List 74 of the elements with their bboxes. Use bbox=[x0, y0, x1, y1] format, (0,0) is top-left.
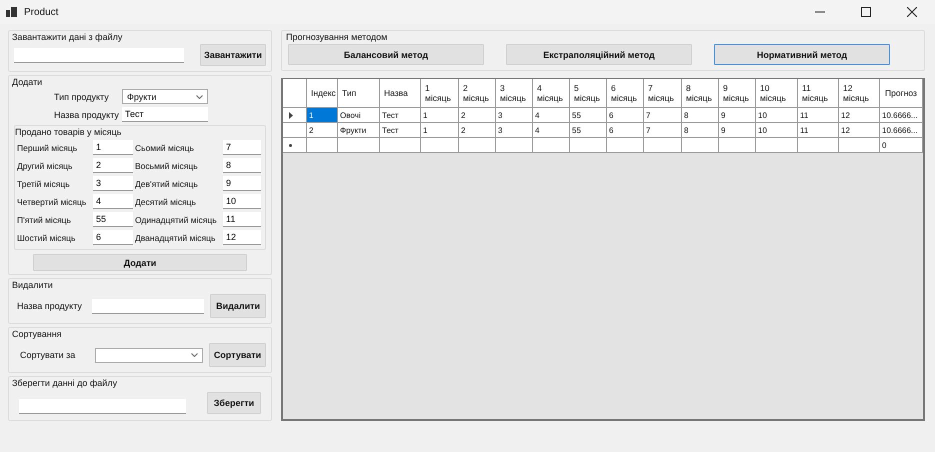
table-cell[interactable] bbox=[459, 138, 496, 153]
table-cell[interactable] bbox=[570, 138, 607, 153]
row-pointer-icon bbox=[289, 112, 293, 118]
input-field[interactable] bbox=[92, 298, 204, 314]
input-field[interactable]: 8 bbox=[223, 158, 261, 173]
input-field[interactable]: 4 bbox=[93, 194, 133, 209]
input-field[interactable] bbox=[19, 398, 186, 414]
table-cell[interactable] bbox=[839, 138, 880, 153]
save-button[interactable]: Зберегти bbox=[207, 392, 261, 414]
field-label: Тип продукту bbox=[54, 92, 110, 102]
chevron-icon bbox=[191, 353, 198, 357]
month-label: П'ятий місяць bbox=[17, 214, 72, 224]
group-title: Додати bbox=[12, 77, 42, 87]
table-cell[interactable] bbox=[719, 138, 756, 153]
input-field[interactable]: 2 bbox=[93, 158, 133, 173]
method-button[interactable]: Нормативний метод bbox=[714, 44, 890, 65]
group-title: Завантажити дані з файлу bbox=[12, 32, 122, 42]
table-cell[interactable] bbox=[798, 138, 839, 153]
input-field[interactable]: 12 bbox=[223, 230, 261, 245]
delete-button[interactable]: Видалити bbox=[210, 294, 266, 318]
load-button[interactable]: Завантажити bbox=[200, 44, 266, 66]
month-label: Четвертий місяць bbox=[17, 196, 88, 206]
month-label: Дев'ятий місяць bbox=[135, 178, 199, 188]
maximize-icon[interactable] bbox=[861, 7, 871, 17]
table-cell[interactable] bbox=[607, 138, 644, 153]
table-cell[interactable] bbox=[533, 138, 570, 153]
group-title: Продано товарів у місяць bbox=[15, 127, 122, 137]
add-button[interactable]: Додати bbox=[33, 254, 247, 271]
field-label: Назва продукту bbox=[54, 110, 118, 120]
month-label: Десятий місяць bbox=[135, 196, 197, 206]
method-button[interactable]: Екстраполяційний метод bbox=[506, 44, 692, 65]
sort-button[interactable]: Сортувати bbox=[209, 343, 266, 367]
field-label: Сортувати за bbox=[20, 350, 76, 360]
input-field[interactable]: 55 bbox=[93, 212, 133, 227]
month-label: Шостий місяць bbox=[17, 232, 76, 242]
month-label: Восьмий місяць bbox=[135, 160, 199, 170]
month-label: Перший місяць bbox=[17, 142, 78, 152]
month-label: Сьомий місяць bbox=[135, 142, 195, 152]
app-icon bbox=[6, 7, 17, 17]
dropdown[interactable] bbox=[94, 348, 203, 362]
table-cell[interactable] bbox=[307, 138, 338, 153]
group-title: Видалити bbox=[12, 280, 53, 290]
method-button[interactable]: Балансовий метод bbox=[288, 44, 484, 65]
month-label: Одинадцятий місяць bbox=[135, 214, 218, 224]
table-cell[interactable] bbox=[682, 138, 719, 153]
input-field[interactable]: 7 bbox=[223, 140, 261, 155]
dropdown[interactable]: Фрукти bbox=[122, 89, 208, 104]
input-field[interactable]: 3 bbox=[93, 176, 133, 191]
table-cell[interactable] bbox=[421, 138, 459, 153]
input-field[interactable] bbox=[14, 48, 184, 62]
input-field[interactable]: 11 bbox=[223, 212, 261, 227]
input-field[interactable]: Тест bbox=[122, 107, 208, 122]
table-cell[interactable]: 1 bbox=[307, 108, 338, 123]
table-cell[interactable]: 0 bbox=[880, 138, 923, 153]
table-cell[interactable] bbox=[380, 138, 421, 153]
table-cell[interactable] bbox=[496, 138, 533, 153]
input-field[interactable]: 6 bbox=[93, 230, 133, 245]
close-icon[interactable] bbox=[907, 7, 917, 17]
group-title: Сортування bbox=[12, 329, 62, 339]
input-field[interactable]: 10 bbox=[223, 194, 261, 209]
table-cell[interactable] bbox=[644, 138, 682, 153]
month-label: Третій місяць bbox=[17, 178, 71, 188]
group-title: Зберегти данні до файлу bbox=[12, 378, 118, 388]
table-cell[interactable] bbox=[756, 138, 798, 153]
month-label: Дванадцятий місяць bbox=[135, 232, 216, 242]
field-label: Назва продукту bbox=[17, 301, 83, 311]
month-label: Другий місяць bbox=[17, 160, 74, 170]
new-row-icon bbox=[289, 144, 292, 146]
window-title: Product bbox=[24, 6, 58, 18]
input-field[interactable]: 1 bbox=[93, 140, 133, 155]
chevron-icon bbox=[196, 94, 203, 98]
input-field[interactable]: 9 bbox=[223, 176, 261, 191]
group-title: Прогнозування методом bbox=[286, 32, 388, 42]
table-cell[interactable] bbox=[338, 138, 380, 153]
